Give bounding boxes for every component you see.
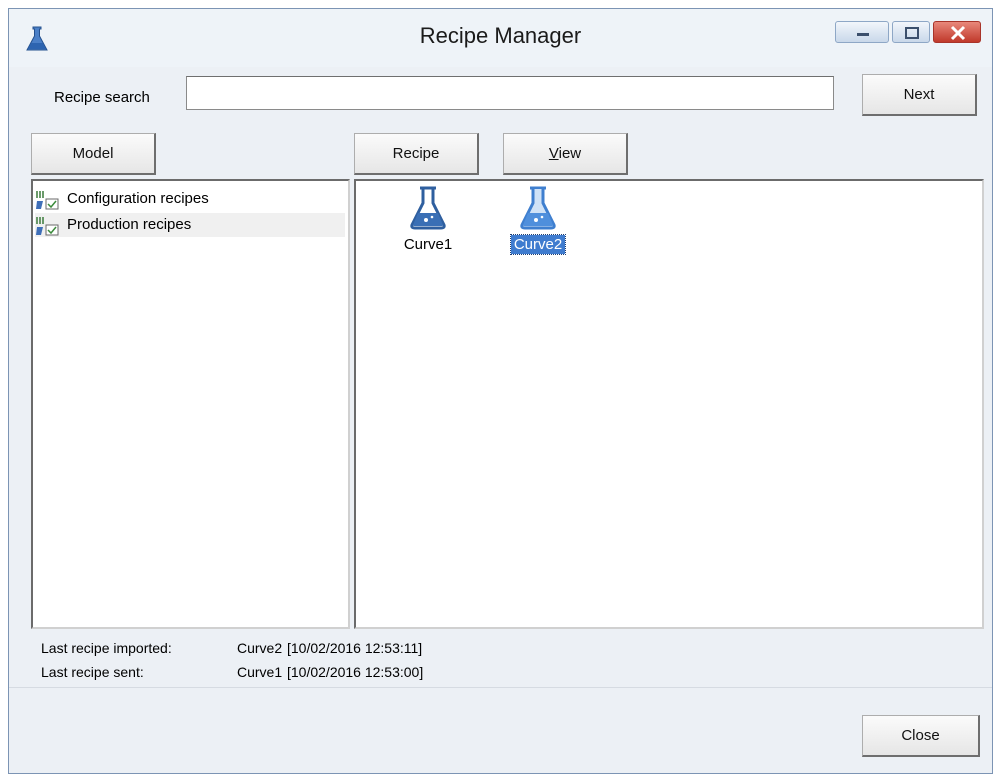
- footer-divider: [9, 687, 992, 688]
- last-sent-timestamp: [10/02/2016 12:53:00]: [287, 664, 424, 680]
- title-bar[interactable]: Recipe Manager: [9, 9, 992, 67]
- maximize-button[interactable]: [892, 21, 930, 43]
- search-label: Recipe search: [54, 89, 150, 106]
- tree-item-configuration-recipes[interactable]: Configuration recipes: [35, 187, 345, 211]
- recipe-search-input[interactable]: [186, 76, 834, 110]
- recipe-category-tree[interactable]: Configuration recipes Production recipes: [31, 179, 350, 629]
- view-label-rest: iew: [558, 145, 582, 162]
- last-imported-row: Last recipe imported: Curve2 [10/02/2016…: [41, 637, 741, 659]
- next-button[interactable]: Next: [862, 74, 977, 116]
- recipe-list-icon: [36, 217, 59, 236]
- recipe-button[interactable]: Recipe: [354, 133, 479, 175]
- window-close-button[interactable]: [933, 21, 981, 43]
- minimize-icon: [857, 33, 869, 36]
- recipe-manager-window: Recipe Manager Recipe search Next Model …: [8, 8, 993, 774]
- recipe-icon-view[interactable]: Curve1 Curve2: [354, 179, 984, 629]
- tree-item-label: Production recipes: [67, 216, 192, 233]
- model-button[interactable]: Model: [31, 133, 156, 175]
- recipe-status-area: Last recipe imported: Curve2 [10/02/2016…: [31, 633, 984, 683]
- flask-icon: [410, 186, 446, 230]
- recipe-list-icon: [36, 191, 59, 210]
- last-imported-label: Last recipe imported:: [41, 640, 172, 656]
- last-sent-name: Curve1: [237, 664, 283, 680]
- last-sent-row: Last recipe sent: Curve1 [10/02/2016 12:…: [41, 661, 741, 683]
- recipe-tile-label: Curve1: [403, 236, 453, 253]
- close-icon: [950, 25, 966, 41]
- last-imported-name: Curve2: [237, 640, 283, 656]
- minimize-button[interactable]: [835, 21, 889, 43]
- maximize-icon: [905, 27, 919, 39]
- close-button[interactable]: Close: [862, 715, 980, 757]
- recipe-tile-curve2[interactable]: Curve2: [493, 185, 583, 275]
- tree-item-production-recipes[interactable]: Production recipes: [35, 213, 345, 237]
- view-mnemonic: V: [548, 145, 559, 162]
- last-sent-label: Last recipe sent:: [41, 664, 144, 680]
- view-button[interactable]: View: [503, 133, 628, 175]
- recipe-tile-label: Curve2: [509, 234, 567, 255]
- tree-item-label: Configuration recipes: [67, 190, 209, 207]
- flask-icon: [520, 186, 556, 230]
- recipe-tile-curve1[interactable]: Curve1: [383, 185, 473, 275]
- last-imported-timestamp: [10/02/2016 12:53:11]: [287, 640, 423, 656]
